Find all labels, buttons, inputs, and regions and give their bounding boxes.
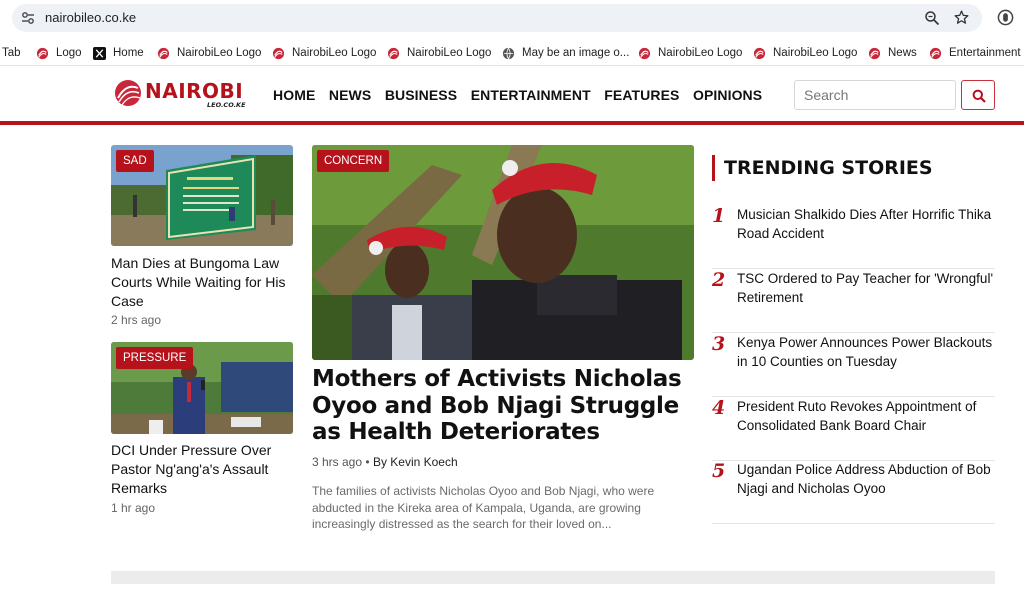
site-logo[interactable]: NAIROBI LEO.CO.KE	[114, 77, 254, 113]
featured-byline[interactable]: By Kevin Koech	[373, 455, 458, 469]
ad-placeholder	[111, 571, 995, 584]
nav-opinions[interactable]: OPINIONS	[693, 87, 762, 103]
category-tag[interactable]: PRESSURE	[116, 347, 194, 369]
bookmark-label: Tab	[2, 47, 21, 59]
trending-heading: TRENDING STORIES	[712, 155, 933, 181]
featured-meta: 3 hrs ago • By Kevin Koech	[312, 455, 458, 469]
activists-photo	[312, 145, 694, 360]
bookmarks-bar: Tab Logo Home NairobiLeo Logo NairobiLeo…	[0, 40, 1024, 66]
story-thumbnail[interactable]: PRESSURE	[111, 342, 293, 434]
bookmark-label: News	[888, 47, 917, 59]
bookmark-star-icon[interactable]	[953, 9, 970, 26]
nairobileo-favicon-icon	[638, 47, 651, 59]
zoom-icon[interactable]	[924, 10, 940, 26]
x-icon	[93, 46, 106, 60]
category-tag[interactable]: CONCERN	[317, 150, 390, 172]
bookmark-label: NairobiLeo Logo	[177, 47, 262, 59]
story-title[interactable]: DCI Under Pressure Over Pastor Ng'ang'a'…	[111, 441, 293, 498]
trending-item[interactable]: 4 President Ruto Revokes Appointment of …	[712, 397, 995, 461]
logo-domain: LEO.CO.KE	[207, 101, 246, 109]
story-card[interactable]: SAD Man Dies at Bungoma Law Courts While…	[111, 145, 293, 335]
search-icon	[972, 89, 986, 103]
browser-toolbar: nairobileo.co.ke	[0, 0, 1024, 40]
globe-icon	[502, 47, 515, 59]
trending-title[interactable]: President Ruto Revokes Appointment of Co…	[737, 397, 995, 435]
trending-item[interactable]: 2 TSC Ordered to Pay Teacher for 'Wrongf…	[712, 269, 995, 333]
trending-item[interactable]: 5 Ugandan Police Address Abduction of Bo…	[712, 460, 995, 524]
bookmark-label: NairobiLeo Logo	[773, 47, 858, 59]
search-input[interactable]	[794, 80, 956, 110]
story-time: 1 hr ago	[111, 501, 156, 515]
main-nav: HOME NEWS BUSINESS ENTERTAINMENT FEATURE…	[273, 87, 776, 103]
trending-rank: 4	[712, 397, 726, 419]
bookmark-item[interactable]: NairobiLeo Logo	[157, 45, 261, 61]
trending-title[interactable]: Musician Shalkido Dies After Horrific Th…	[737, 205, 995, 243]
featured-time: 3 hrs ago	[312, 455, 363, 469]
bookmark-item[interactable]: Tab	[2, 45, 21, 61]
bookmark-item[interactable]: News	[868, 45, 917, 61]
trending-title[interactable]: TSC Ordered to Pay Teacher for 'Wrongful…	[737, 269, 995, 307]
bookmark-item[interactable]: NairobiLeo Logo	[272, 45, 376, 61]
logo-wordmark: NAIROBI	[145, 79, 244, 103]
nav-home[interactable]: HOME	[273, 87, 315, 103]
header-divider	[0, 121, 1024, 125]
story-thumbnail[interactable]: SAD	[111, 145, 293, 246]
logo-mark-icon	[115, 80, 141, 106]
trending-rank: 2	[712, 269, 726, 291]
bookmark-label: NairobiLeo Logo	[407, 47, 492, 59]
bookmark-item[interactable]: NairobiLeo Logo	[387, 45, 491, 61]
site-header: NAIROBI LEO.CO.KE HOME NEWS BUSINESS ENT…	[0, 67, 1024, 121]
nairobileo-favicon-icon	[753, 47, 766, 59]
site-settings-icon[interactable]	[20, 10, 36, 26]
bookmark-item[interactable]: Logo	[36, 45, 82, 61]
featured-image[interactable]: CONCERN	[312, 145, 694, 360]
nav-features[interactable]: FEATURES	[604, 87, 679, 103]
story-time: 2 hrs ago	[111, 313, 162, 327]
nav-entertainment[interactable]: ENTERTAINMENT	[471, 87, 591, 103]
bookmark-item[interactable]: May be an image o...	[502, 45, 629, 61]
url-text[interactable]: nairobileo.co.ke	[45, 10, 136, 25]
nairobileo-favicon-icon	[272, 47, 285, 59]
search-button[interactable]	[961, 80, 995, 110]
nav-business[interactable]: BUSINESS	[385, 87, 457, 103]
bookmark-label: Logo	[56, 47, 82, 59]
bookmark-item[interactable]: NairobiLeo Logo	[753, 45, 857, 61]
nav-news[interactable]: NEWS	[329, 87, 371, 103]
extension-icon[interactable]	[997, 9, 1014, 26]
trending-item[interactable]: 1 Musician Shalkido Dies After Horrific …	[712, 205, 995, 269]
nairobileo-favicon-icon	[929, 47, 942, 59]
bookmark-item[interactable]: NairobiLeo Logo	[638, 45, 742, 61]
bookmark-label: NairobiLeo Logo	[658, 47, 743, 59]
address-bar[interactable]: nairobileo.co.ke	[12, 4, 982, 32]
bookmark-item[interactable]: Home	[93, 45, 144, 61]
meta-separator: •	[365, 455, 370, 469]
story-card[interactable]: PRESSURE DCI Under Pressure Over Pastor …	[111, 342, 293, 522]
category-tag[interactable]: SAD	[116, 150, 154, 172]
nairobileo-favicon-icon	[36, 47, 49, 59]
featured-excerpt: The families of activists Nicholas Oyoo …	[312, 484, 655, 531]
featured-title[interactable]: Mothers of Activists Nicholas Oyoo and B…	[312, 366, 692, 446]
bookmark-label: Home	[113, 47, 144, 59]
nairobileo-favicon-icon	[157, 47, 170, 59]
trending-title[interactable]: Kenya Power Announces Power Blackouts in…	[737, 333, 995, 371]
story-title[interactable]: Man Dies at Bungoma Law Courts While Wai…	[111, 254, 293, 311]
bookmark-label: Entertainment	[949, 47, 1021, 59]
trending-title[interactable]: Ugandan Police Address Abduction of Bob …	[737, 460, 995, 498]
bookmark-item[interactable]: Entertainment	[929, 45, 1021, 61]
trending-rank: 5	[712, 460, 726, 482]
trending-item[interactable]: 3 Kenya Power Announces Power Blackouts …	[712, 333, 995, 397]
bookmark-label: NairobiLeo Logo	[292, 47, 377, 59]
trending-rank: 1	[712, 205, 726, 227]
bookmark-label: May be an image o...	[522, 47, 630, 59]
nairobileo-favicon-icon	[387, 47, 400, 59]
trending-rank: 3	[712, 333, 726, 355]
nairobileo-favicon-icon	[868, 47, 881, 59]
